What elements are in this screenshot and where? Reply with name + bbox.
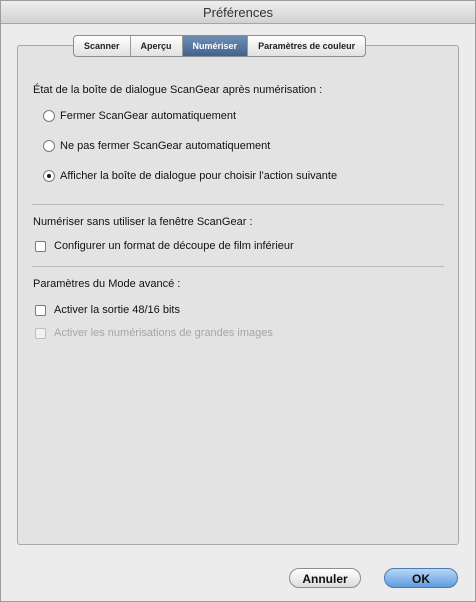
checkbox[interactable] <box>35 304 46 316</box>
no-window-section-title: Numériser sans utiliser la fenêtre ScanG… <box>33 216 253 228</box>
checkbox-large-image-scans: Activer les numérisations de grandes ima… <box>35 327 273 339</box>
radio-label: Fermer ScanGear automatiquement <box>60 110 237 122</box>
radio-button-selected[interactable] <box>43 170 55 182</box>
radio-label: Afficher la boîte de dialogue pour chois… <box>60 170 338 182</box>
advanced-mode-section-title: Paramètres du Mode avancé : <box>33 278 181 290</box>
radio-keep-scangear-open[interactable]: Ne pas fermer ScanGear automatiquement <box>43 140 270 152</box>
radio-label: Ne pas fermer ScanGear automatiquement <box>60 140 271 152</box>
section-divider <box>32 204 444 205</box>
checkbox-label: Activer les numérisations de grandes ima… <box>54 327 273 339</box>
radio-show-next-action-dialog[interactable]: Afficher la boîte de dialogue pour chois… <box>43 170 337 182</box>
tab-numeriser[interactable]: Numériser <box>182 36 249 56</box>
checkbox[interactable] <box>35 240 46 252</box>
checkbox-label: Activer la sortie 48/16 bits <box>54 304 180 316</box>
tab-bar: Scanner Aperçu Numériser Paramètres de c… <box>73 35 367 57</box>
ok-button[interactable]: OK <box>384 568 458 588</box>
tab-apercu[interactable]: Aperçu <box>131 36 183 56</box>
preferences-window: Préférences Scanner Aperçu Numériser Par… <box>0 0 476 602</box>
tab-content-panel: État de la boîte de dialogue ScanGear ap… <box>17 45 459 545</box>
tab-scanner[interactable]: Scanner <box>74 36 131 56</box>
radio-button[interactable] <box>43 110 55 122</box>
after-scan-section-title: État de la boîte de dialogue ScanGear ap… <box>33 84 323 96</box>
checkbox-label: Configurer un format de découpe de film … <box>54 240 294 252</box>
title-bar: Préférences <box>1 1 475 24</box>
cancel-button[interactable]: Annuler <box>289 568 361 588</box>
tab-parametres-couleur[interactable]: Paramètres de couleur <box>248 36 365 56</box>
radio-button[interactable] <box>43 140 55 152</box>
checkbox-48-16-bit-output[interactable]: Activer la sortie 48/16 bits <box>35 304 180 316</box>
window-title: Préférences <box>202 5 274 20</box>
checkbox-film-crop-format[interactable]: Configurer un format de découpe de film … <box>35 240 294 252</box>
radio-close-scangear[interactable]: Fermer ScanGear automatiquement <box>43 110 236 122</box>
section-divider <box>32 266 444 267</box>
checkbox-disabled <box>35 327 46 339</box>
